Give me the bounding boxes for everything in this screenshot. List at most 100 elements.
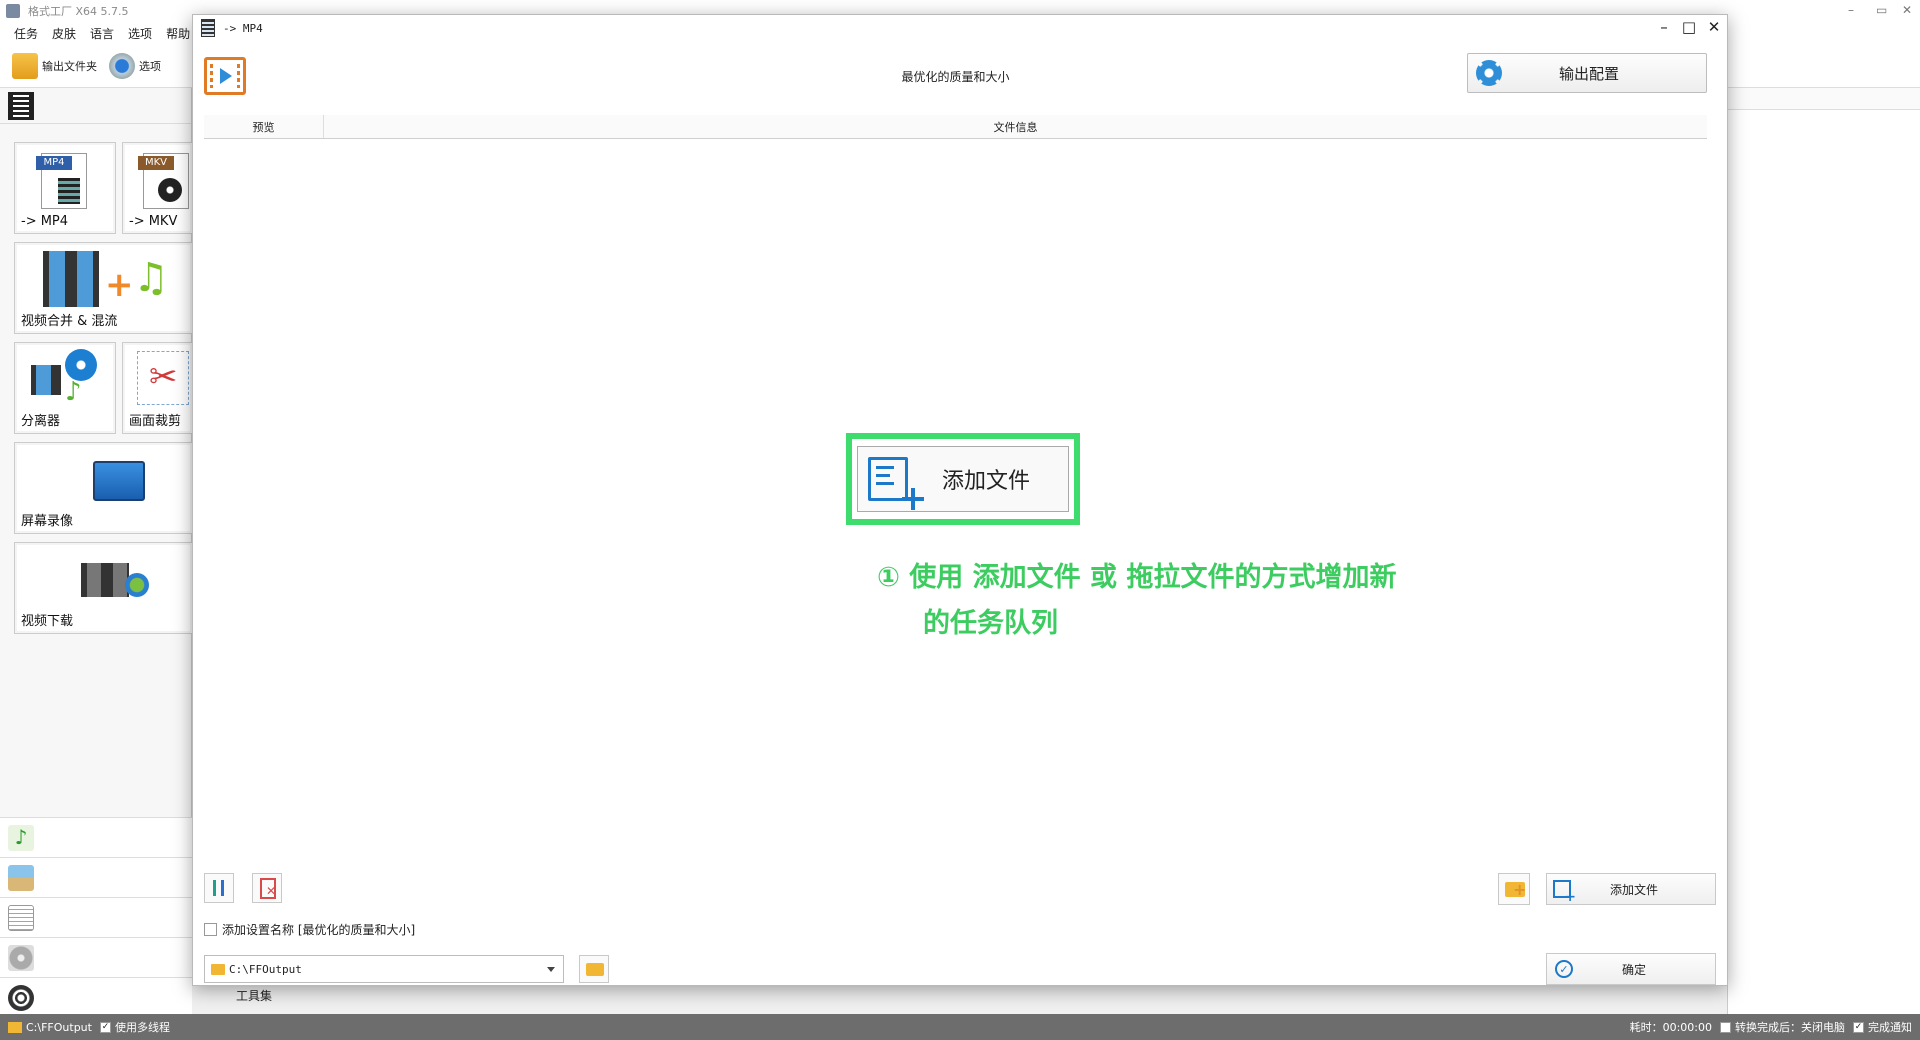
task-list-area xyxy=(1727,88,1920,1014)
mkv-badge: MKV xyxy=(138,156,174,170)
note-icon: ♪ xyxy=(65,377,82,407)
menu-skin[interactable]: 皮肤 xyxy=(52,25,76,42)
hint-line-1: ① 使用 添加文件 或 拖拉文件的方式增加新 xyxy=(877,562,1397,593)
dialog-titlebar: -> MP4 – □ ✕ xyxy=(193,15,1727,41)
dialog-maximize-button[interactable]: □ xyxy=(1678,18,1700,36)
tile-video-download-label: 视频下载 xyxy=(21,614,74,629)
tile-screen-record[interactable]: 屏幕录像 xyxy=(14,442,192,534)
status-folder-icon xyxy=(8,1021,22,1033)
main-restore-button[interactable]: ▭ xyxy=(1876,3,1887,17)
nav-document[interactable] xyxy=(0,897,192,937)
download-film-icon xyxy=(81,563,129,597)
tile-to-mp4[interactable]: MP4 -> MP4 xyxy=(14,142,116,234)
sort-arrows-icon xyxy=(213,880,216,896)
main-close-button[interactable]: ✕ xyxy=(1902,3,1912,17)
browse-folder-button[interactable] xyxy=(579,955,609,983)
column-file-info[interactable]: 文件信息 xyxy=(324,115,1707,138)
after-convert-checkbox[interactable] xyxy=(1720,1021,1731,1033)
dialog-film-icon xyxy=(201,19,215,37)
tile-screen-record-label: 屏幕录像 xyxy=(21,514,74,529)
convert-dialog: -> MP4 – □ ✕ 最优化的质量和大小 输出配置 预览 文件信息 添加文件… xyxy=(192,14,1728,986)
status-output-path[interactable]: C:\FFOutput xyxy=(26,1021,92,1034)
app-title: 格式工厂 X64 5.7.5 xyxy=(28,5,129,18)
add-file-center-button[interactable]: 添加文件 xyxy=(857,446,1069,512)
nav-image[interactable] xyxy=(0,857,192,897)
splitter-film-icon xyxy=(31,365,61,395)
add-file-icon xyxy=(868,457,924,510)
gear-icon xyxy=(1476,60,1502,86)
sidebar-video-category[interactable] xyxy=(0,88,191,124)
tile-crop[interactable]: ✂ 画面裁剪 xyxy=(122,342,192,434)
document-category-icon xyxy=(8,904,34,931)
tile-crop-label: 画面裁剪 xyxy=(129,414,182,429)
tile-video-merge-label: 视频合并 & 混流 xyxy=(21,314,118,329)
notify-label: 完成通知 xyxy=(1868,1021,1912,1034)
output-config-label: 输出配置 xyxy=(1558,64,1619,83)
tile-video-download[interactable]: 视频下载 xyxy=(14,542,192,634)
output-folder-label: 输出文件夹 xyxy=(42,59,97,73)
hint-line-2: 的任务队列 xyxy=(923,608,1058,639)
menu-options[interactable]: 选项 xyxy=(128,25,152,42)
add-setting-name-label: 添加设置名称 [最优化的质量和大小] xyxy=(222,923,416,937)
nav-rom-device[interactable] xyxy=(0,937,192,977)
elapsed-time: 耗时：00:00:00 xyxy=(1629,1021,1712,1034)
add-file-button-label: 添加文件 xyxy=(1609,882,1658,897)
add-file-center-label: 添加文件 xyxy=(942,469,1031,494)
multithread-label: 使用多线程 xyxy=(114,1021,170,1034)
dialog-title: -> MP4 xyxy=(223,21,263,35)
audio-category-icon: ♪ xyxy=(8,824,34,851)
ok-button-label: 确定 xyxy=(1621,962,1646,977)
column-preview[interactable]: 预览 xyxy=(204,115,324,138)
output-config-button[interactable]: 输出配置 xyxy=(1467,53,1707,93)
after-convert-label: 转换完成后：关闭电脑 xyxy=(1735,1021,1845,1034)
check-circle-icon: ✓ xyxy=(1555,960,1573,978)
clear-list-button[interactable]: ✕ xyxy=(252,873,282,903)
notify-checkbox[interactable]: ✓ xyxy=(1853,1021,1864,1033)
output-path-value: C:\FFOutput xyxy=(229,962,302,976)
multithread-checkbox[interactable]: ✓ xyxy=(99,1021,111,1033)
music-note-icon: ♫ xyxy=(133,255,169,301)
tile-video-merge[interactable]: + ♫ 视频合并 & 混流 xyxy=(14,242,192,334)
nav-audio[interactable]: ♪ xyxy=(0,817,192,857)
statusbar: C:\FFOutput ✓ 使用多线程 耗时：00:00:00 转换完成后：关闭… xyxy=(0,1014,1920,1040)
sort-button[interactable] xyxy=(204,873,234,903)
tile-to-mp4-label: -> MP4 xyxy=(21,214,69,229)
tile-splitter-label: 分离器 xyxy=(21,414,61,429)
add-setting-name-checkbox[interactable] xyxy=(204,923,217,936)
ok-button[interactable]: ✓ 确定 xyxy=(1546,953,1716,985)
video-format-icon xyxy=(204,57,246,95)
toolset-label: 工具集 xyxy=(236,989,273,1003)
dialog-minimize-button[interactable]: – xyxy=(1653,18,1675,36)
menu-task[interactable]: 任务 xyxy=(14,25,38,42)
plus-icon: + xyxy=(105,265,134,305)
tile-splitter[interactable]: ♪ 分离器 xyxy=(14,342,116,434)
toolset-reel-icon xyxy=(8,984,34,1011)
video-merge-icon xyxy=(43,251,99,307)
folder-icon xyxy=(211,963,225,975)
chevron-down-icon xyxy=(547,966,555,972)
dialog-header: 最优化的质量和大小 输出配置 xyxy=(204,53,1707,99)
add-file-button[interactable]: 添加文件 xyxy=(1546,873,1716,905)
options-button[interactable]: 选项 xyxy=(109,52,161,79)
add-file-small-icon xyxy=(1553,880,1576,905)
options-icon xyxy=(109,52,135,79)
add-setting-name-row: 添加设置名称 [最优化的质量和大小] xyxy=(204,921,415,938)
usage-hint: ① 使用 添加文件 或 拖拉文件的方式增加新 的任务队列 xyxy=(877,555,1517,647)
options-label: 选项 xyxy=(139,59,161,73)
output-folder-button[interactable]: 输出文件夹 xyxy=(12,52,97,79)
film-icon xyxy=(8,91,34,120)
menu-language[interactable]: 语言 xyxy=(90,25,114,42)
screen-record-icon xyxy=(93,461,145,501)
dialog-close-button[interactable]: ✕ xyxy=(1703,18,1725,36)
output-path-select[interactable]: C:\FFOutput xyxy=(204,955,564,983)
nav-toolset[interactable] xyxy=(0,977,192,1017)
tile-to-mkv[interactable]: MKV -> MKV xyxy=(122,142,192,234)
disc-category-icon xyxy=(8,944,34,971)
file-table-header: 预览 文件信息 xyxy=(204,115,1707,139)
folder-icon xyxy=(12,52,38,79)
mkv-file-icon: MKV xyxy=(138,153,189,209)
add-folder-button[interactable]: + xyxy=(1498,873,1530,905)
image-category-icon xyxy=(8,864,34,891)
menu-help[interactable]: 帮助 xyxy=(166,25,190,42)
main-minimize-button[interactable]: – xyxy=(1848,3,1854,17)
